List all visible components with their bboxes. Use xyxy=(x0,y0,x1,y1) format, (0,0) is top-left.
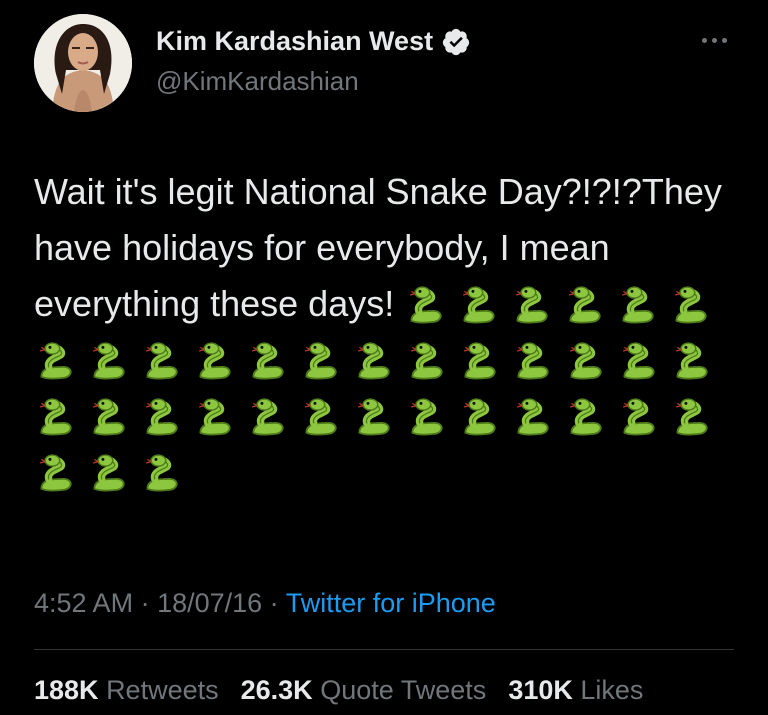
snake-emoji xyxy=(34,452,83,496)
user-handle[interactable]: @KimKardashian xyxy=(156,66,359,97)
snake-emoji xyxy=(34,396,83,440)
snake-emoji xyxy=(510,284,559,328)
snake-emoji xyxy=(87,396,136,440)
snake-emoji xyxy=(564,396,613,440)
snake-emoji xyxy=(352,396,401,440)
snake-emoji xyxy=(563,284,612,328)
snake-emoji xyxy=(669,284,718,328)
snake-emoji xyxy=(564,340,613,384)
more-options-icon[interactable] xyxy=(694,30,734,50)
tweet-time[interactable]: 4:52 AM xyxy=(34,588,133,618)
snake-emoji xyxy=(352,340,401,384)
display-name[interactable]: Kim Kardashian West xyxy=(156,26,433,57)
snake-emoji xyxy=(405,396,454,440)
snake-emoji xyxy=(299,340,348,384)
engagement-stats: 188K Retweets 26.3K Quote Tweets 310K Li… xyxy=(34,675,643,706)
snake-emoji xyxy=(193,340,242,384)
snake-emoji xyxy=(617,340,666,384)
snake-emoji xyxy=(511,340,560,384)
tweet-date[interactable]: 18/07/16 xyxy=(157,588,262,618)
tweet-text: Wait it's legit National Snake Day?!?!?T… xyxy=(34,164,740,500)
snake-emoji xyxy=(193,396,242,440)
snake-emoji xyxy=(670,396,719,440)
snake-emoji xyxy=(87,452,136,496)
snake-emoji xyxy=(405,340,454,384)
snake-emoji xyxy=(246,340,295,384)
snake-emoji xyxy=(246,396,295,440)
snake-emoji xyxy=(140,396,189,440)
snake-emoji xyxy=(617,396,666,440)
snake-emoji xyxy=(616,284,665,328)
divider xyxy=(34,649,734,650)
snake-emoji xyxy=(299,396,348,440)
snake-emoji xyxy=(670,340,719,384)
snake-emoji xyxy=(404,284,453,328)
snake-emoji xyxy=(87,340,136,384)
snake-emoji xyxy=(511,396,560,440)
verified-badge-icon xyxy=(441,27,471,57)
snake-emoji xyxy=(34,340,83,384)
snake-emoji xyxy=(458,340,507,384)
likes-stat[interactable]: 310K Likes xyxy=(508,675,643,706)
snake-emoji xyxy=(457,284,506,328)
quote-tweets-stat[interactable]: 26.3K Quote Tweets xyxy=(241,675,487,706)
snake-emoji xyxy=(458,396,507,440)
snake-emoji xyxy=(140,452,189,496)
retweets-stat[interactable]: 188K Retweets xyxy=(34,675,219,706)
avatar[interactable] xyxy=(34,14,132,112)
snake-emoji xyxy=(140,340,189,384)
tweet-meta: 4:52 AM · 18/07/16 · Twitter for iPhone xyxy=(34,588,496,618)
tweet-source-link[interactable]: Twitter for iPhone xyxy=(286,588,496,618)
